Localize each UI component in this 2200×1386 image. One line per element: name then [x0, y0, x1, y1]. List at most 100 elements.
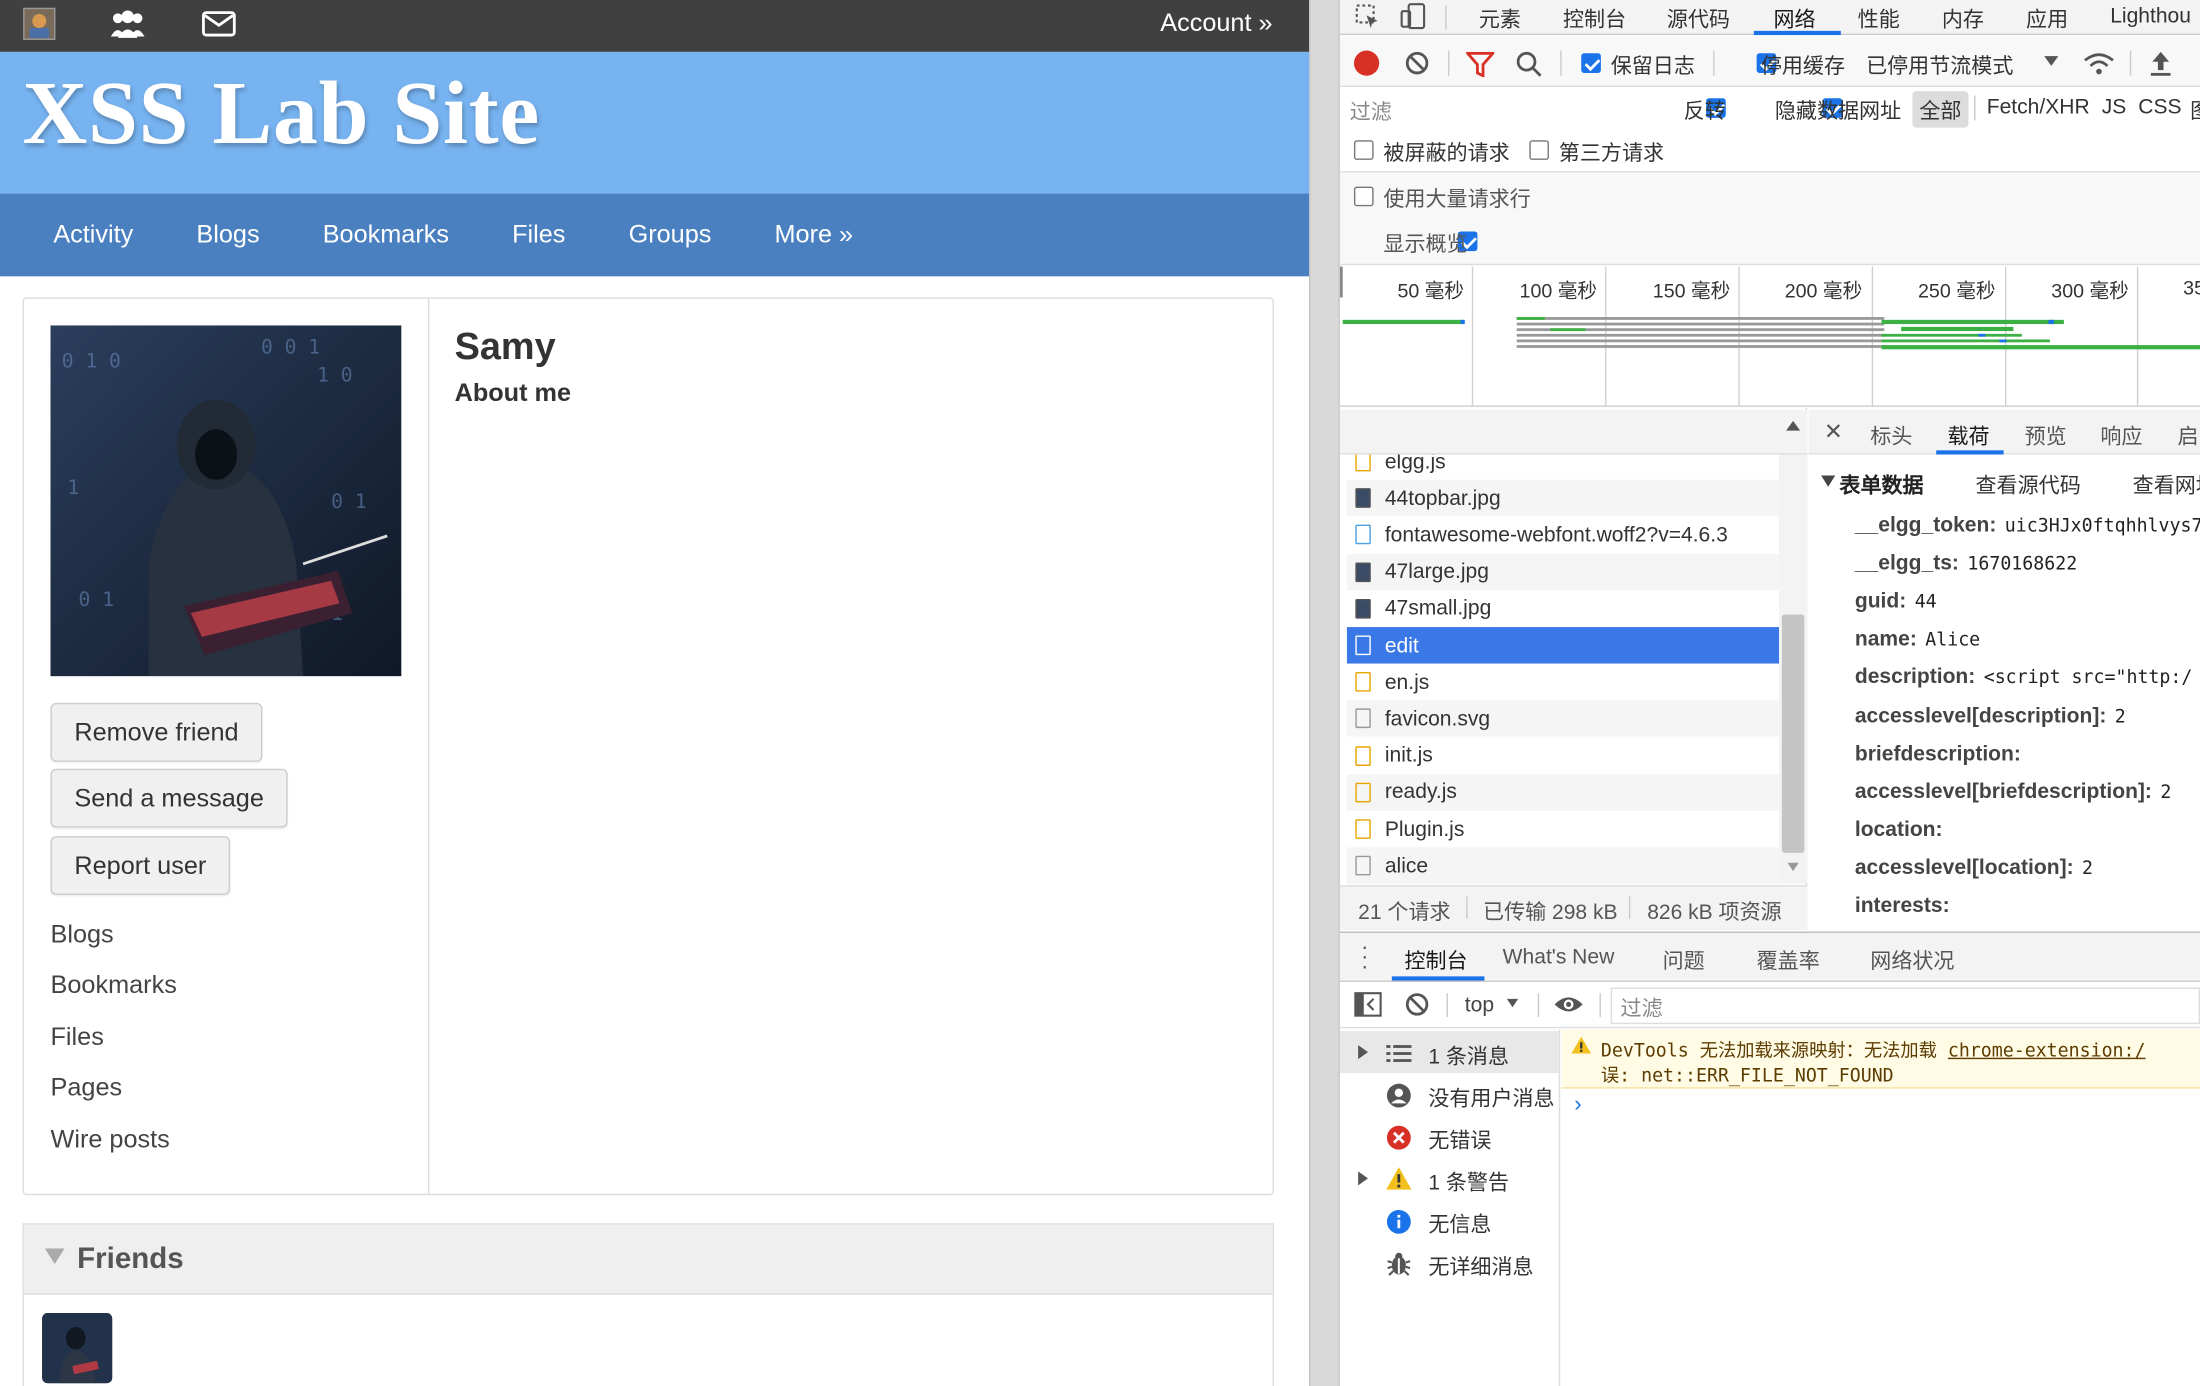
site-name[interactable]: XSS Lab Site	[22, 62, 539, 166]
expand-warnings-icon[interactable]	[1358, 1171, 1368, 1186]
filter-all[interactable]: 全部	[1919, 95, 1961, 124]
collapse-triangle-icon[interactable]	[44, 1248, 65, 1264]
payload-field[interactable]: interests:	[1855, 894, 1958, 918]
filter-css[interactable]: CSS	[2138, 95, 2181, 119]
send-message-button[interactable]: Send a message	[50, 768, 288, 828]
hide-data-urls-label[interactable]: 隐藏数据网址	[1775, 95, 1901, 124]
filter-img[interactable]: 图	[2190, 95, 2200, 124]
view-url-encoded-link[interactable]: 查看网址	[2133, 470, 2200, 499]
detail-tab-payload[interactable]: 载荷	[1947, 421, 1989, 450]
clear-icon[interactable]	[1404, 51, 1429, 83]
friends-header[interactable]	[23, 1224, 1273, 1295]
remove-friend-button[interactable]: Remove friend	[50, 702, 263, 762]
sort-ascending-icon[interactable]	[1786, 420, 1801, 431]
request-row[interactable]: 47small.jpg	[1347, 590, 1779, 626]
nav-activity[interactable]: Activity	[53, 220, 133, 249]
drawer-menu-icon[interactable]: · · ·	[1361, 936, 1368, 978]
request-row[interactable]: en.js	[1347, 664, 1779, 700]
disable-cache-label[interactable]: 停用缓存	[1761, 51, 1845, 80]
invert-label[interactable]: 反转	[1684, 95, 1726, 124]
tab-lighthouse[interactable]: Lighthou	[2110, 4, 2191, 28]
section-expand-icon[interactable]	[1821, 475, 1836, 487]
request-row[interactable]: edit	[1346, 627, 1780, 664]
throttling-dropdown-icon[interactable]	[2044, 56, 2059, 66]
request-row[interactable]: 44topbar.jpg	[1346, 480, 1780, 517]
tab-application[interactable]: 应用	[2026, 4, 2068, 33]
payload-field[interactable]: __elgg_ts: 1670168622	[1855, 551, 2077, 575]
filter-fetch-xhr[interactable]: Fetch/XHR	[1987, 95, 2090, 119]
close-detail-icon[interactable]: ✕	[1824, 418, 1843, 446]
detail-tab-initiator[interactable]: 启	[2178, 421, 2199, 450]
big-rows-checkbox[interactable]	[1353, 186, 1374, 207]
panel-splitter[interactable]	[1309, 0, 1340, 1386]
sidebar-messages[interactable]: 1 条消息	[1428, 1041, 1509, 1070]
preserve-log-label[interactable]: 保留日志	[1611, 51, 1695, 80]
nav-files[interactable]: Files	[512, 220, 565, 249]
payload-field[interactable]: name: Alice	[1855, 627, 1980, 651]
filter-input[interactable]: 过滤	[1344, 92, 1631, 127]
request-row[interactable]: Plugin.js	[1347, 811, 1779, 847]
import-har-icon[interactable]	[2148, 49, 2173, 84]
payload-field[interactable]: briefdescription:	[1855, 742, 2029, 766]
warning-source-link[interactable]: chrome-extension:/	[1948, 1041, 2146, 1062]
tab-memory[interactable]: 内存	[1942, 4, 1984, 33]
friends-icon[interactable]	[109, 6, 145, 42]
report-user-button[interactable]: Report user	[50, 836, 231, 896]
nav-groups[interactable]: Groups	[629, 220, 712, 249]
payload-field[interactable]: location:	[1855, 818, 1951, 842]
sidebar-user-messages[interactable]: 没有用户消息	[1428, 1083, 1554, 1112]
console-prompt-icon[interactable]: ›	[1574, 1093, 1581, 1118]
profile-link-files[interactable]: Files	[51, 1023, 104, 1052]
blocked-requests-checkbox[interactable]	[1353, 140, 1374, 160]
drawer-tab-network-conditions[interactable]: 网络状况	[1870, 946, 1954, 975]
third-party-checkbox[interactable]	[1529, 140, 1549, 160]
big-rows-label[interactable]: 使用大量请求行	[1383, 184, 1530, 213]
inspect-element-icon[interactable]	[1355, 4, 1380, 36]
throttling-select[interactable]: 已停用节流模式	[1866, 51, 2013, 80]
blocked-requests-label[interactable]: 被屏蔽的请求	[1383, 137, 1509, 166]
payload-field[interactable]: accesslevel[location]: 2	[1855, 856, 2093, 880]
request-row[interactable]: init.js	[1347, 737, 1779, 773]
nav-bookmarks[interactable]: Bookmarks	[323, 220, 449, 249]
friend-avatar[interactable]	[42, 1313, 113, 1384]
profile-link-bookmarks[interactable]: Bookmarks	[51, 971, 177, 1000]
console-clear-icon[interactable]	[1404, 992, 1429, 1024]
payload-field[interactable]: accesslevel[description]: 2	[1855, 704, 2126, 728]
request-row[interactable]: 47large.jpg	[1346, 553, 1780, 591]
detail-tab-headers[interactable]: 标头	[1870, 421, 1912, 450]
payload-field[interactable]: accesslevel[briefdescription]: 2	[1855, 780, 2172, 804]
request-row[interactable]: favicon.svg	[1346, 700, 1780, 738]
sidebar-info[interactable]: 无信息	[1428, 1209, 1491, 1238]
request-row[interactable]: fontawesome-webfont.woff2?v=4.6.3	[1347, 517, 1779, 553]
view-source-link[interactable]: 查看源代码	[1976, 470, 2081, 499]
sidebar-warnings[interactable]: 1 条警告	[1428, 1167, 1509, 1196]
tab-performance[interactable]: 性能	[1858, 4, 1900, 33]
third-party-label[interactable]: 第三方请求	[1559, 137, 1664, 166]
form-data-heading[interactable]: 表单数据	[1839, 470, 1923, 499]
filter-js[interactable]: JS	[2102, 95, 2127, 119]
profile-link-pages[interactable]: Pages	[51, 1073, 123, 1102]
context-selector[interactable]: top	[1465, 993, 1494, 1017]
requests-scrollbar-thumb[interactable]	[1781, 614, 1805, 853]
device-toolbar-icon[interactable]	[1400, 3, 1428, 38]
request-row[interactable]: ready.js	[1346, 774, 1780, 811]
profile-link-wire-posts[interactable]: Wire posts	[51, 1125, 170, 1154]
tab-network[interactable]: 网络	[1773, 4, 1815, 33]
sidebar-errors[interactable]: 无错误	[1428, 1125, 1491, 1154]
sidebar-verbose[interactable]: 无详细消息	[1428, 1251, 1533, 1280]
tab-elements[interactable]: 元素	[1479, 4, 1521, 33]
tab-console[interactable]: 控制台	[1563, 4, 1626, 33]
filter-funnel-icon[interactable]	[1464, 51, 1496, 84]
account-menu[interactable]: Account »	[1160, 8, 1272, 37]
expand-messages-icon[interactable]	[1358, 1045, 1368, 1060]
drawer-tab-whats-new[interactable]: What's New	[1503, 946, 1615, 970]
messages-envelope-icon[interactable]	[201, 6, 237, 42]
site-logo-icon[interactable]	[21, 6, 57, 42]
tab-sources[interactable]: 源代码	[1667, 4, 1730, 33]
context-dropdown-icon[interactable]	[1506, 998, 1519, 1008]
payload-field[interactable]: description: <script src="http:/	[1855, 665, 2193, 689]
nav-blogs[interactable]: Blogs	[196, 220, 259, 249]
profile-link-blogs[interactable]: Blogs	[51, 920, 114, 949]
drawer-tab-issues[interactable]: 问题	[1663, 946, 1705, 975]
request-row[interactable]: alice	[1346, 847, 1780, 885]
